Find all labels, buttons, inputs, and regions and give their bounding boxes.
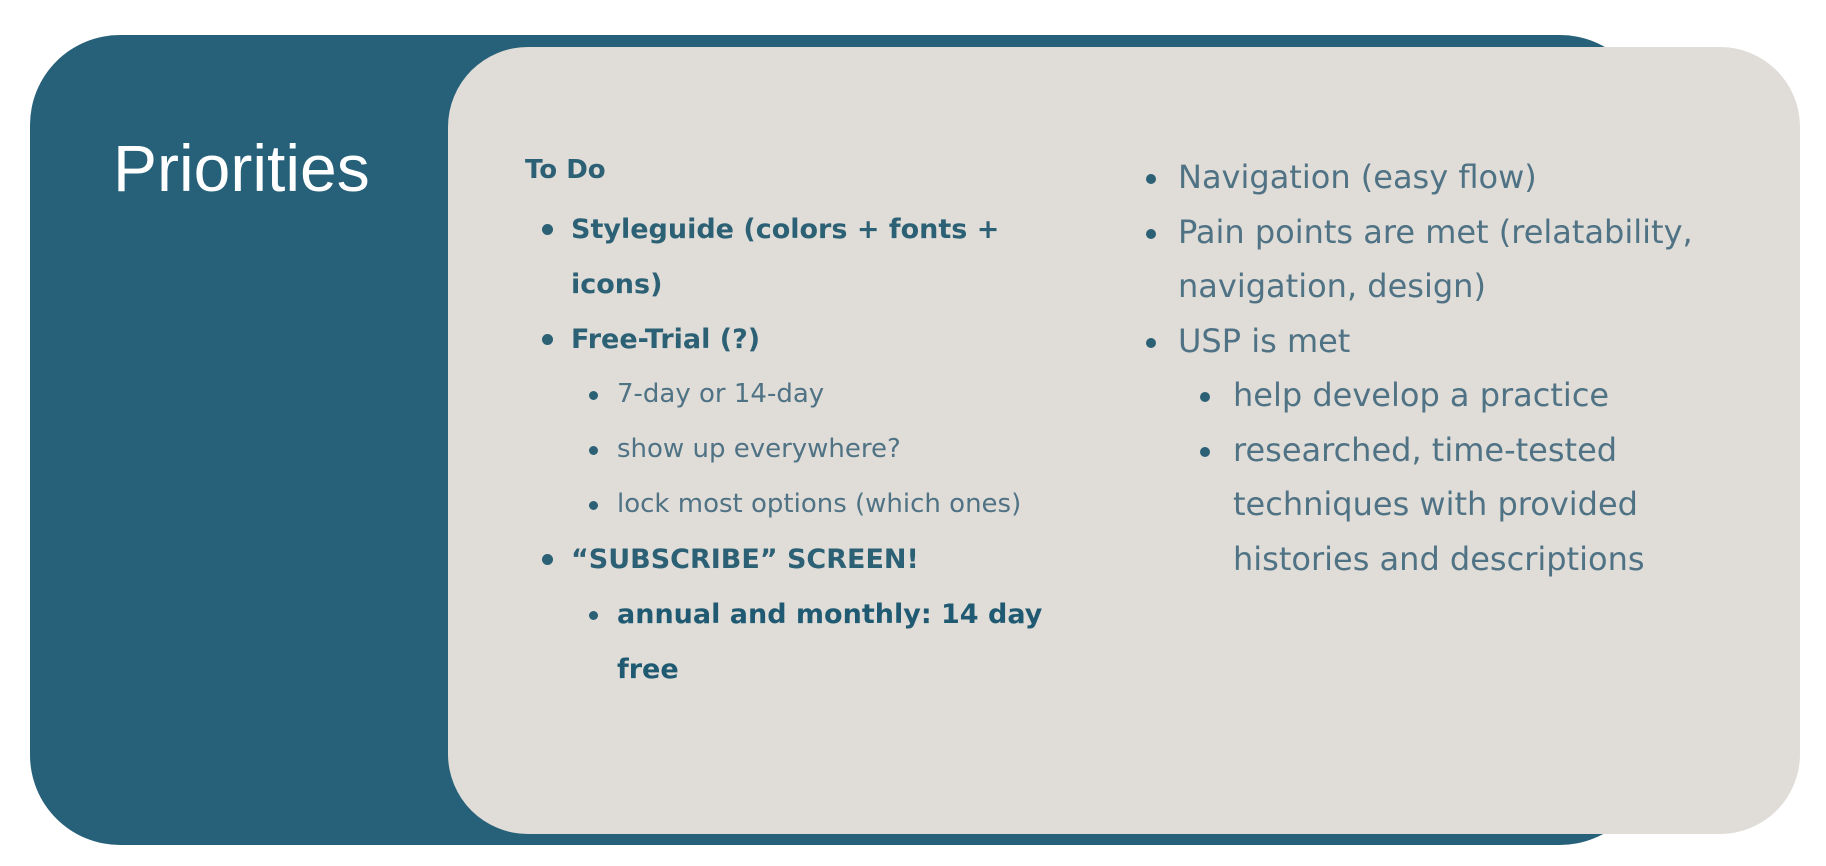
goal-item-label: Navigation (easy flow) xyxy=(1178,158,1537,196)
todo-subitem: 7-day or 14-day xyxy=(525,367,1085,422)
bullet-icon xyxy=(1146,337,1156,348)
goal-item-label: Pain points are met (relatability, navig… xyxy=(1178,212,1693,306)
slide-title: Priorities xyxy=(113,131,370,205)
bullet-icon xyxy=(1200,446,1210,457)
goal-item: Navigation (easy flow) xyxy=(1140,150,1740,205)
bullet-icon xyxy=(589,446,598,455)
goal-subitem: researched, time-tested techniques with … xyxy=(1140,423,1740,587)
todo-column: To Do Styleguide (colors + fonts + icons… xyxy=(525,148,1085,697)
bullet-icon xyxy=(542,224,553,235)
goal-item: USP is met xyxy=(1140,314,1740,369)
bullet-icon xyxy=(589,611,598,620)
bullet-icon xyxy=(542,334,553,345)
todo-list: Styleguide (colors + fonts + icons) Free… xyxy=(525,202,1085,697)
goal-item-label: USP is met xyxy=(1178,321,1351,360)
bullet-icon xyxy=(589,501,598,510)
bullet-icon xyxy=(1146,228,1156,239)
todo-item: Styleguide (colors + fonts + icons) xyxy=(525,202,1085,312)
todo-subitem: show up everywhere? xyxy=(525,422,1085,477)
todo-subitem: annual and monthly: 14 day free xyxy=(525,587,1085,697)
bullet-icon xyxy=(1200,392,1210,402)
goal-subitem-label: researched, time-tested techniques with … xyxy=(1233,430,1645,578)
todo-subitem-label: lock most options (which ones) xyxy=(617,489,1022,519)
todo-subitem-label: show up everywhere? xyxy=(617,434,901,464)
todo-subitem-label: annual and monthly: 14 day free xyxy=(617,599,1043,685)
goal-subitem: help develop a practice xyxy=(1140,368,1740,423)
todo-subitem-label: 7-day or 14-day xyxy=(617,379,825,409)
todo-subitem: lock most options (which ones) xyxy=(525,477,1085,532)
todo-item-label: “SUBSCRIBE” SCREEN! xyxy=(571,544,919,575)
goal-subitem-label: help develop a practice xyxy=(1233,376,1610,414)
bullet-icon xyxy=(542,554,553,565)
goals-list: Navigation (easy flow) Pain points are m… xyxy=(1140,150,1740,586)
bullet-icon xyxy=(1146,174,1156,184)
todo-item: Free-Trial (?) xyxy=(525,312,1085,367)
goals-column: Navigation (easy flow) Pain points are m… xyxy=(1140,150,1740,586)
todo-item-label: Styleguide (colors + fonts + icons) xyxy=(571,214,1000,300)
todo-item-label: Free-Trial (?) xyxy=(571,324,761,355)
todo-item: “SUBSCRIBE” SCREEN! xyxy=(525,532,1085,587)
goal-item: Pain points are met (relatability, navig… xyxy=(1140,205,1740,314)
todo-heading: To Do xyxy=(525,155,606,185)
bullet-icon xyxy=(589,391,598,400)
